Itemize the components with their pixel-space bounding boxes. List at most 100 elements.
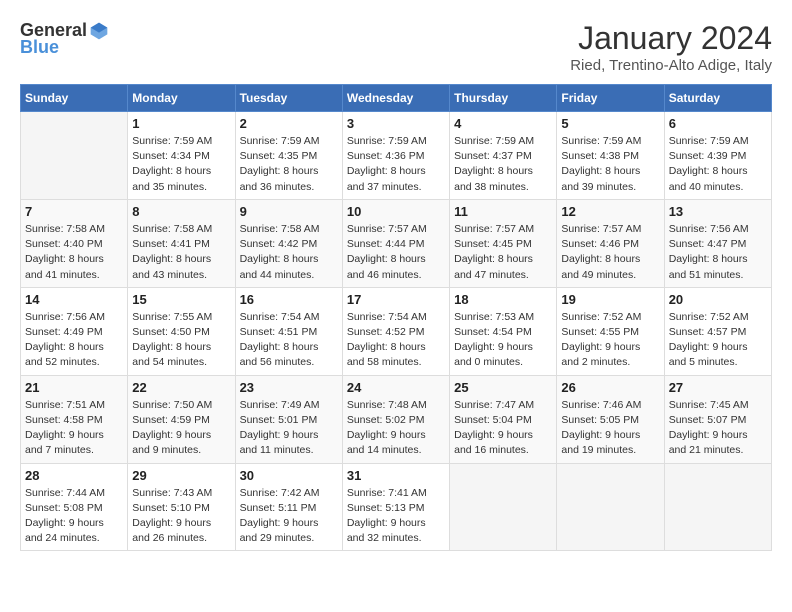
calendar-week-row: 14 Sunrise: 7:56 AMSunset: 4:49 PMDayligh… bbox=[21, 287, 772, 375]
calendar-cell: 23 Sunrise: 7:49 AMSunset: 5:01 PMDayligh… bbox=[235, 375, 342, 463]
day-info: Sunrise: 7:44 AMSunset: 5:08 PMDaylight:… bbox=[25, 486, 123, 547]
day-info: Sunrise: 7:58 AMSunset: 4:42 PMDaylight:… bbox=[240, 222, 338, 283]
day-number: 16 bbox=[240, 292, 338, 307]
weekday-header-row: SundayMondayTuesdayWednesdayThursdayFrid… bbox=[21, 85, 772, 112]
weekday-header: Saturday bbox=[664, 85, 771, 112]
day-info: Sunrise: 7:50 AMSunset: 4:59 PMDaylight:… bbox=[132, 398, 230, 459]
calendar-cell: 20 Sunrise: 7:52 AMSunset: 4:57 PMDayligh… bbox=[664, 287, 771, 375]
calendar-cell: 26 Sunrise: 7:46 AMSunset: 5:05 PMDayligh… bbox=[557, 375, 664, 463]
day-info: Sunrise: 7:46 AMSunset: 5:05 PMDaylight:… bbox=[561, 398, 659, 459]
day-number: 27 bbox=[669, 380, 767, 395]
day-number: 31 bbox=[347, 468, 445, 483]
day-number: 14 bbox=[25, 292, 123, 307]
day-number: 28 bbox=[25, 468, 123, 483]
day-number: 29 bbox=[132, 468, 230, 483]
day-info: Sunrise: 7:45 AMSunset: 5:07 PMDaylight:… bbox=[669, 398, 767, 459]
calendar-cell: 24 Sunrise: 7:48 AMSunset: 5:02 PMDayligh… bbox=[342, 375, 449, 463]
day-info: Sunrise: 7:41 AMSunset: 5:13 PMDaylight:… bbox=[347, 486, 445, 547]
day-info: Sunrise: 7:49 AMSunset: 5:01 PMDaylight:… bbox=[240, 398, 338, 459]
day-info: Sunrise: 7:57 AMSunset: 4:44 PMDaylight:… bbox=[347, 222, 445, 283]
calendar-cell: 22 Sunrise: 7:50 AMSunset: 4:59 PMDayligh… bbox=[128, 375, 235, 463]
calendar-cell: 18 Sunrise: 7:53 AMSunset: 4:54 PMDayligh… bbox=[450, 287, 557, 375]
day-info: Sunrise: 7:59 AMSunset: 4:37 PMDaylight:… bbox=[454, 134, 552, 195]
day-info: Sunrise: 7:59 AMSunset: 4:36 PMDaylight:… bbox=[347, 134, 445, 195]
day-number: 18 bbox=[454, 292, 552, 307]
calendar-week-row: 21 Sunrise: 7:51 AMSunset: 4:58 PMDayligh… bbox=[21, 375, 772, 463]
calendar-cell: 14 Sunrise: 7:56 AMSunset: 4:49 PMDayligh… bbox=[21, 287, 128, 375]
day-info: Sunrise: 7:58 AMSunset: 4:41 PMDaylight:… bbox=[132, 222, 230, 283]
day-number: 2 bbox=[240, 116, 338, 131]
calendar-cell: 1Sunrise: 7:59 AMSunset: 4:34 PMDaylight… bbox=[128, 112, 235, 200]
day-info: Sunrise: 7:52 AMSunset: 4:57 PMDaylight:… bbox=[669, 310, 767, 371]
day-number: 26 bbox=[561, 380, 659, 395]
calendar-week-row: 28 Sunrise: 7:44 AMSunset: 5:08 PMDayligh… bbox=[21, 463, 772, 551]
day-info: Sunrise: 7:54 AMSunset: 4:52 PMDaylight:… bbox=[347, 310, 445, 371]
calendar-table: SundayMondayTuesdayWednesdayThursdayFrid… bbox=[20, 84, 772, 551]
calendar-cell: 19Sunrise: 7:52 AMSunset: 4:55 PMDayligh… bbox=[557, 287, 664, 375]
day-number: 24 bbox=[347, 380, 445, 395]
day-number: 13 bbox=[669, 204, 767, 219]
day-info: Sunrise: 7:53 AMSunset: 4:54 PMDaylight:… bbox=[454, 310, 552, 371]
calendar-cell bbox=[557, 463, 664, 551]
day-number: 7 bbox=[25, 204, 123, 219]
calendar-cell: 9 Sunrise: 7:58 AMSunset: 4:42 PMDaylight… bbox=[235, 199, 342, 287]
day-number: 11 bbox=[454, 204, 552, 219]
main-title: January 2024 bbox=[570, 20, 772, 57]
calendar-cell: 25Sunrise: 7:47 AMSunset: 5:04 PMDayligh… bbox=[450, 375, 557, 463]
day-number: 4 bbox=[454, 116, 552, 131]
day-number: 21 bbox=[25, 380, 123, 395]
day-number: 15 bbox=[132, 292, 230, 307]
weekday-header: Thursday bbox=[450, 85, 557, 112]
day-info: Sunrise: 7:55 AMSunset: 4:50 PMDaylight:… bbox=[132, 310, 230, 371]
day-number: 9 bbox=[240, 204, 338, 219]
day-info: Sunrise: 7:56 AMSunset: 4:47 PMDaylight:… bbox=[669, 222, 767, 283]
calendar-cell: 17 Sunrise: 7:54 AMSunset: 4:52 PMDayligh… bbox=[342, 287, 449, 375]
day-info: Sunrise: 7:59 AMSunset: 4:39 PMDaylight:… bbox=[669, 134, 767, 195]
calendar-cell: 6 Sunrise: 7:59 AMSunset: 4:39 PMDaylight… bbox=[664, 112, 771, 200]
day-number: 3 bbox=[347, 116, 445, 131]
day-info: Sunrise: 7:57 AMSunset: 4:46 PMDaylight:… bbox=[561, 222, 659, 283]
day-number: 25 bbox=[454, 380, 552, 395]
day-number: 20 bbox=[669, 292, 767, 307]
day-info: Sunrise: 7:51 AMSunset: 4:58 PMDaylight:… bbox=[25, 398, 123, 459]
day-number: 8 bbox=[132, 204, 230, 219]
calendar-cell: 7Sunrise: 7:58 AMSunset: 4:40 PMDaylight… bbox=[21, 199, 128, 287]
day-info: Sunrise: 7:48 AMSunset: 5:02 PMDaylight:… bbox=[347, 398, 445, 459]
day-info: Sunrise: 7:59 AMSunset: 4:38 PMDaylight:… bbox=[561, 134, 659, 195]
calendar-cell bbox=[664, 463, 771, 551]
calendar-cell: 4 Sunrise: 7:59 AMSunset: 4:37 PMDaylight… bbox=[450, 112, 557, 200]
day-info: Sunrise: 7:43 AMSunset: 5:10 PMDaylight:… bbox=[132, 486, 230, 547]
subtitle: Ried, Trentino-Alto Adige, Italy bbox=[570, 57, 772, 74]
weekday-header: Tuesday bbox=[235, 85, 342, 112]
day-number: 10 bbox=[347, 204, 445, 219]
day-number: 5 bbox=[561, 116, 659, 131]
day-number: 22 bbox=[132, 380, 230, 395]
calendar-cell: 11 Sunrise: 7:57 AMSunset: 4:45 PMDayligh… bbox=[450, 199, 557, 287]
page-header: General Blue January 2024 Ried, Trentino… bbox=[20, 20, 772, 74]
calendar-cell: 8 Sunrise: 7:58 AMSunset: 4:41 PMDaylight… bbox=[128, 199, 235, 287]
day-number: 19 bbox=[561, 292, 659, 307]
day-info: Sunrise: 7:59 AMSunset: 4:35 PMDaylight:… bbox=[240, 134, 338, 195]
day-number: 17 bbox=[347, 292, 445, 307]
day-number: 12 bbox=[561, 204, 659, 219]
day-info: Sunrise: 7:57 AMSunset: 4:45 PMDaylight:… bbox=[454, 222, 552, 283]
calendar-cell: 5 Sunrise: 7:59 AMSunset: 4:38 PMDaylight… bbox=[557, 112, 664, 200]
logo-blue: Blue bbox=[20, 37, 59, 58]
day-info: Sunrise: 7:56 AMSunset: 4:49 PMDaylight:… bbox=[25, 310, 123, 371]
weekday-header: Friday bbox=[557, 85, 664, 112]
calendar-week-row: 1Sunrise: 7:59 AMSunset: 4:34 PMDaylight… bbox=[21, 112, 772, 200]
weekday-header: Sunday bbox=[21, 85, 128, 112]
title-block: January 2024 Ried, Trentino-Alto Adige, … bbox=[570, 20, 772, 74]
calendar-cell: 30Sunrise: 7:42 AMSunset: 5:11 PMDayligh… bbox=[235, 463, 342, 551]
day-info: Sunrise: 7:42 AMSunset: 5:11 PMDaylight:… bbox=[240, 486, 338, 547]
calendar-cell: 16Sunrise: 7:54 AMSunset: 4:51 PMDayligh… bbox=[235, 287, 342, 375]
calendar-cell: 3 Sunrise: 7:59 AMSunset: 4:36 PMDaylight… bbox=[342, 112, 449, 200]
calendar-cell: 13 Sunrise: 7:56 AMSunset: 4:47 PMDayligh… bbox=[664, 199, 771, 287]
day-number: 23 bbox=[240, 380, 338, 395]
calendar-cell: 10 Sunrise: 7:57 AMSunset: 4:44 PMDayligh… bbox=[342, 199, 449, 287]
logo-icon bbox=[89, 21, 109, 41]
logo: General Blue bbox=[20, 20, 109, 58]
calendar-cell: 15 Sunrise: 7:55 AMSunset: 4:50 PMDayligh… bbox=[128, 287, 235, 375]
day-number: 6 bbox=[669, 116, 767, 131]
calendar-cell: 2 Sunrise: 7:59 AMSunset: 4:35 PMDaylight… bbox=[235, 112, 342, 200]
